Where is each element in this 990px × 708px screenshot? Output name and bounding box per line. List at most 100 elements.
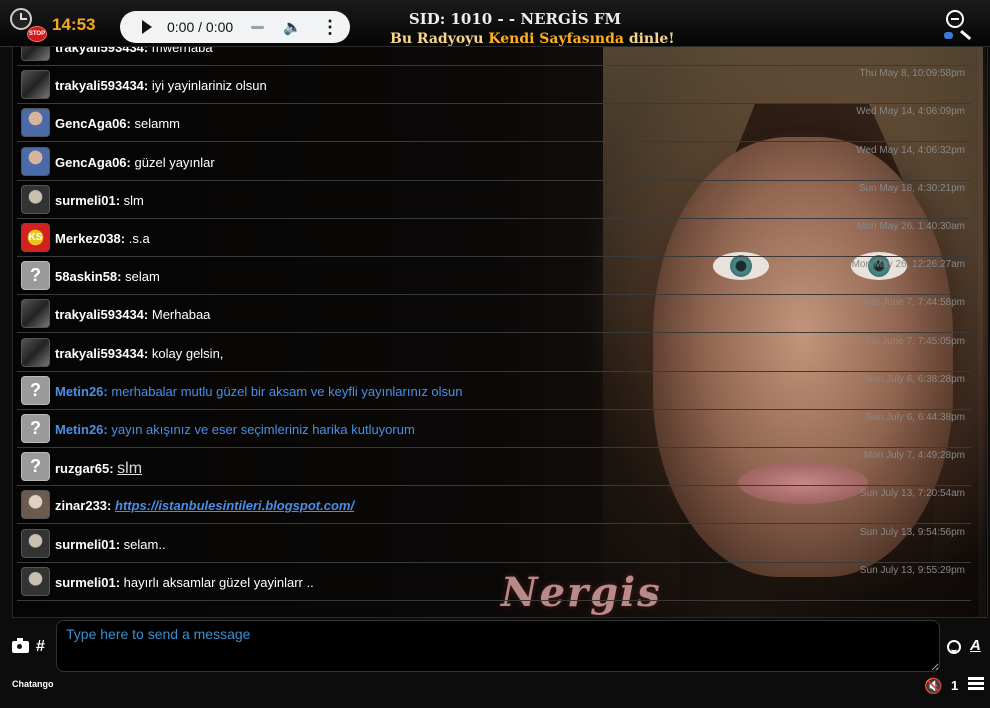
message-content: Merkez038: .s.a bbox=[55, 231, 150, 246]
message-text: selam bbox=[125, 269, 160, 285]
message-username[interactable]: trakyali593434: bbox=[55, 346, 148, 361]
message-text: selam.. bbox=[123, 536, 166, 552]
message-timestamp: Sat June 7, 7:45:05pm bbox=[864, 335, 965, 347]
message-username[interactable]: surmeli01: bbox=[55, 537, 120, 552]
message-timestamp: Sun May 18, 4:30:21pm bbox=[858, 182, 965, 194]
mute-icon[interactable]: 🔇 bbox=[924, 677, 943, 695]
message-row: surmeli01: selam.. Sun July 13, 9:54:56pm bbox=[17, 525, 971, 563]
listen-highlight[interactable]: Kendi Sayfasında bbox=[488, 31, 624, 47]
message-row: trakyali593434: mwerhaba bbox=[17, 46, 971, 66]
message-content: ruzgar65: slm bbox=[55, 460, 142, 478]
message-row: trakyali593434: kolay gelsin, Sat June 7,… bbox=[17, 334, 971, 372]
user-avatar[interactable] bbox=[21, 299, 50, 329]
audio-player[interactable]: 0:00 / 0:00 🔈 ⋮ bbox=[120, 11, 350, 43]
play-icon[interactable] bbox=[142, 20, 152, 34]
message-row: GencAga06: selamm Wed May 14, 4:06:09pm bbox=[17, 104, 971, 143]
user-avatar[interactable] bbox=[21, 70, 50, 100]
current-time: 14:53 bbox=[52, 15, 96, 34]
message-text: merhabalar mutlu güzel bir aksam ve keyf… bbox=[111, 383, 463, 399]
user-avatar[interactable]: KS bbox=[21, 223, 50, 252]
top-bar: STOP 14:53 0:00 / 0:00 🔈 ⋮ SID: 1010 - -… bbox=[0, 0, 990, 47]
message-row: surmeli01: hayırlı aksamlar güzel yayinl… bbox=[17, 563, 971, 601]
listen-suffix: dinle! bbox=[623, 31, 675, 47]
message-content: trakyali593434: Merhabaa bbox=[55, 307, 210, 322]
message-username[interactable]: GencAga06: bbox=[55, 155, 131, 170]
message-timestamp: Sun July 13, 9:54:56pm bbox=[859, 526, 965, 538]
message-row: ? Metin26: merhabalar mutlu güzel bir aks… bbox=[17, 372, 971, 410]
message-username[interactable]: Metin26: bbox=[55, 384, 108, 399]
message-content: GencAga06: güzel yayınlar bbox=[55, 155, 215, 170]
stop-icon[interactable]: STOP bbox=[27, 26, 47, 42]
chat-scrollbar[interactable] bbox=[978, 47, 986, 617]
message-username[interactable]: Metin26: bbox=[55, 422, 108, 437]
user-avatar[interactable]: ? bbox=[21, 414, 50, 443]
message-content: trakyali593434: mwerhaba bbox=[55, 46, 213, 55]
message-content: Metin26: merhabalar mutlu güzel bir aksa… bbox=[55, 384, 463, 399]
message-timestamp: Mon May 26, 12:26:27am bbox=[851, 259, 965, 271]
message-row: KS Merkez038: .s.a Mon May 26, 1:40:30am bbox=[17, 219, 971, 257]
station-info: SID: 1010 - - NERGİS FM Bu Radyoyu Kendi… bbox=[390, 10, 674, 47]
message-link[interactable]: https://istanbulesintileri.blogspot.com/ bbox=[115, 498, 354, 513]
font-style-icon[interactable]: A bbox=[970, 637, 981, 654]
message-timestamp: Mon May 26, 1:40:30am bbox=[857, 221, 965, 232]
message-username[interactable]: ruzgar65: bbox=[55, 461, 114, 476]
zoom-out-icon[interactable] bbox=[946, 10, 964, 28]
user-avatar[interactable] bbox=[21, 146, 50, 176]
audio-progress-bar[interactable] bbox=[251, 26, 264, 29]
user-avatar[interactable] bbox=[21, 490, 50, 520]
message-text: selamm bbox=[134, 116, 181, 132]
message-timestamp: Sun July 6, 6:38:28pm bbox=[865, 373, 965, 385]
message-text: hayırlı aksamlar güzel yayinlarr .. bbox=[123, 574, 314, 590]
message-row: trakyali593434: iyi yayinlariniz olsun Th… bbox=[17, 66, 971, 105]
message-text: yayın akışınız ve eser seçimleriniz hari… bbox=[111, 422, 415, 437]
message-text: Merhabaa bbox=[151, 307, 211, 323]
camera-icon[interactable] bbox=[12, 638, 29, 653]
user-avatar[interactable] bbox=[21, 47, 50, 61]
message-text: iyi yayinlariniz olsun bbox=[151, 78, 267, 94]
user-avatar[interactable]: ? bbox=[21, 452, 50, 482]
message-username[interactable]: surmeli01: bbox=[55, 193, 120, 208]
menu-icon[interactable] bbox=[968, 677, 984, 691]
clock-icon[interactable] bbox=[10, 8, 32, 30]
message-list: trakyali593434: mwerhaba trakyali593434: … bbox=[13, 47, 971, 617]
emoji-icon[interactable] bbox=[947, 640, 961, 654]
user-avatar[interactable] bbox=[21, 528, 50, 558]
user-avatar[interactable] bbox=[21, 108, 50, 138]
message-username[interactable]: Merkez038: bbox=[55, 231, 125, 246]
more-options-icon[interactable]: ⋮ bbox=[321, 17, 339, 38]
message-row: trakyali593434: Merhabaa Sat June 7, 7:44… bbox=[17, 295, 971, 334]
message-input[interactable] bbox=[56, 620, 940, 672]
message-text: mwerhaba bbox=[151, 46, 213, 55]
station-title: SID: 1010 - - NERGİS FM bbox=[408, 10, 622, 28]
listen-link-line[interactable]: Bu Radyoyu Kendi Sayfasında dinle! bbox=[390, 31, 674, 47]
message-text: slm bbox=[117, 460, 143, 478]
message-content: surmeli01: hayırlı aksamlar güzel yayinl… bbox=[55, 575, 314, 590]
hashtag-button[interactable]: # bbox=[36, 638, 45, 656]
user-avatar[interactable] bbox=[21, 337, 50, 367]
chat-message-area[interactable]: Nergis trakyali593434: mwerhaba trakyali5… bbox=[12, 46, 988, 618]
user-avatar[interactable]: ? bbox=[21, 375, 50, 405]
listen-prefix: Bu Radyoyu bbox=[390, 31, 489, 47]
message-username[interactable]: surmeli01: bbox=[55, 575, 120, 590]
message-username[interactable]: GencAga06: bbox=[55, 116, 131, 131]
message-text: .s.a bbox=[128, 231, 150, 246]
message-username[interactable]: zinar233: bbox=[55, 498, 111, 513]
chatango-brand[interactable]: Chatango bbox=[12, 679, 54, 689]
message-username[interactable]: trakyali593434: bbox=[55, 78, 148, 93]
user-avatar[interactable] bbox=[21, 566, 50, 596]
volume-icon[interactable]: 🔈 bbox=[283, 18, 302, 36]
audio-time: 0:00 / 0:00 bbox=[167, 19, 234, 35]
message-timestamp: Sun July 13, 9:55:29pm bbox=[859, 564, 965, 576]
message-row: surmeli01: slm Sun May 18, 4:30:21pm bbox=[17, 181, 971, 219]
user-avatar[interactable]: ? bbox=[21, 261, 50, 291]
message-row: zinar233: https://istanbulesintileri.blo… bbox=[17, 486, 971, 525]
user-avatar[interactable] bbox=[21, 184, 50, 214]
message-username[interactable]: trakyali593434: bbox=[55, 47, 148, 55]
message-text: slm bbox=[123, 192, 144, 208]
message-content: GencAga06: selamm bbox=[55, 116, 180, 131]
zoom-indicator-icon bbox=[944, 32, 953, 39]
message-username[interactable]: trakyali593434: bbox=[55, 307, 148, 322]
message-username[interactable]: 58askin58: bbox=[55, 269, 122, 284]
user-count: 1 bbox=[951, 678, 959, 693]
message-timestamp: Wed May 14, 4:06:32pm bbox=[856, 144, 965, 156]
